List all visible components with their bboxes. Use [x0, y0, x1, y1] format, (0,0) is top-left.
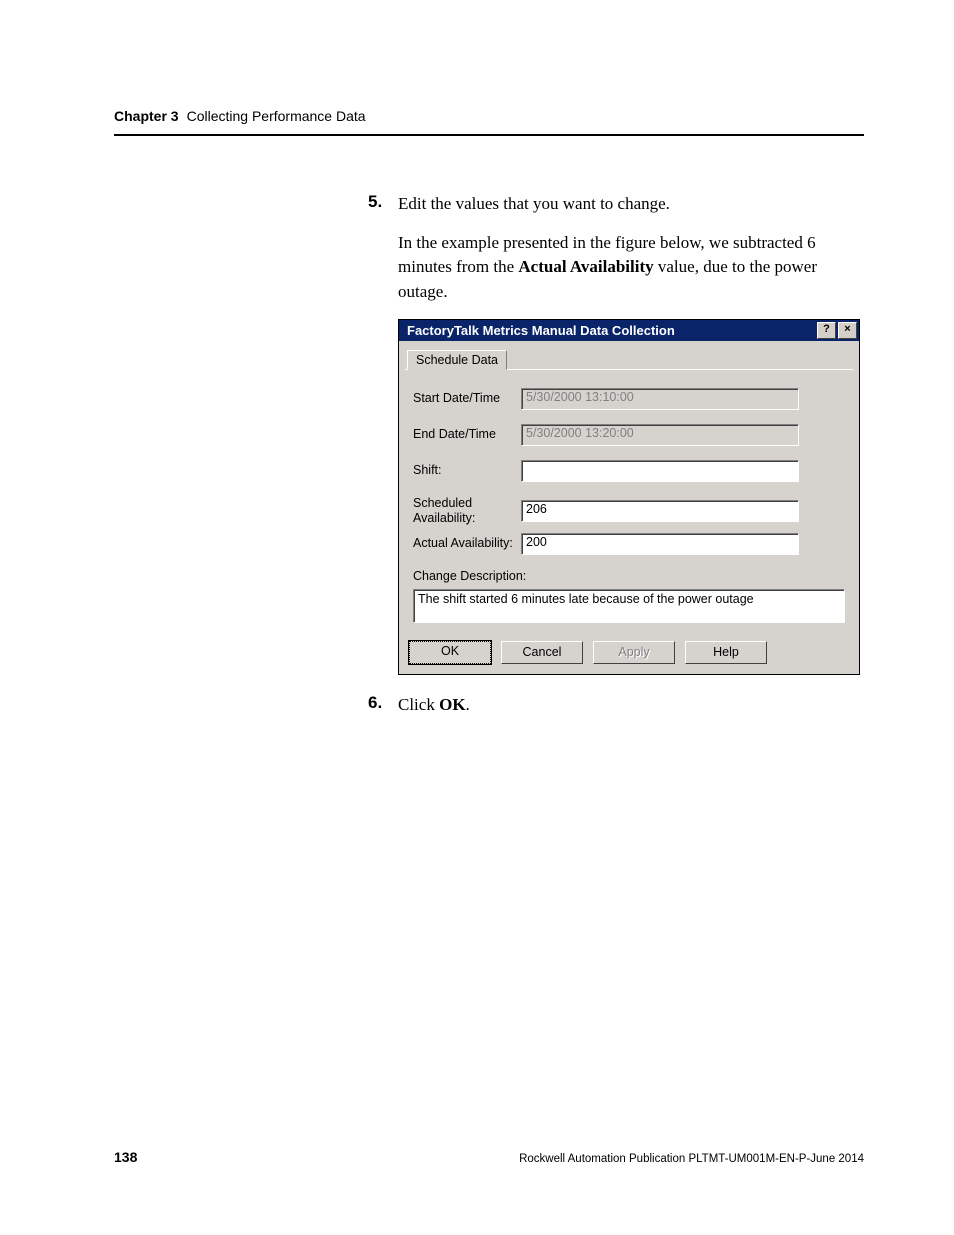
page-footer: 138 Rockwell Automation Publication PLTM…	[114, 1149, 864, 1165]
dialog-window: FactoryTalk Metrics Manual Data Collecti…	[398, 319, 860, 675]
dialog-button-row: OK Cancel Apply Help	[399, 627, 859, 674]
step-5-para2: In the example presented in the figure b…	[398, 231, 864, 305]
dialog-titlebar[interactable]: FactoryTalk Metrics Manual Data Collecti…	[399, 320, 859, 341]
chapter-number: Chapter 3	[114, 108, 179, 124]
tab-schedule-data[interactable]: Schedule Data	[407, 350, 507, 370]
label-end-date: End Date/Time	[413, 427, 521, 443]
label-actual-availability: Actual Availability:	[413, 536, 521, 552]
label-start-date: Start Date/Time	[413, 391, 521, 407]
step-number: 5.	[368, 192, 398, 305]
input-start-date[interactable]: 5/30/2000 13:10:00	[521, 388, 799, 410]
page-number: 138	[114, 1149, 137, 1165]
step-6: 6. Click OK.	[368, 693, 864, 718]
step-number: 6.	[368, 693, 398, 718]
tabstrip: Schedule Data	[399, 341, 859, 369]
close-icon[interactable]: ×	[838, 322, 857, 339]
publication-line: Rockwell Automation Publication PLTMT-UM…	[519, 1153, 864, 1165]
ok-button[interactable]: OK	[409, 641, 491, 664]
page-header: Chapter 3 Collecting Performance Data	[114, 108, 864, 136]
step-text: Click OK.	[398, 693, 470, 718]
chapter-title: Collecting Performance Data	[187, 108, 366, 124]
help-button[interactable]: Help	[685, 641, 767, 664]
apply-button[interactable]: Apply	[593, 641, 675, 664]
dialog-title: FactoryTalk Metrics Manual Data Collecti…	[407, 323, 815, 338]
input-change-description[interactable]: The shift started 6 minutes late because…	[413, 589, 845, 623]
tab-content: Start Date/Time 5/30/2000 13:10:00 End D…	[405, 369, 853, 627]
label-shift: Shift:	[413, 463, 521, 479]
input-scheduled-availability[interactable]: 206	[521, 500, 799, 522]
step-text: Edit the values that you want to change.…	[398, 192, 864, 305]
help-icon[interactable]: ?	[817, 322, 836, 339]
label-scheduled-availability: Scheduled Availability:	[413, 496, 521, 527]
input-end-date[interactable]: 5/30/2000 13:20:00	[521, 424, 799, 446]
input-actual-availability[interactable]: 200	[521, 533, 799, 555]
input-shift[interactable]	[521, 460, 799, 482]
step-5-line1: Edit the values that you want to change.	[398, 192, 864, 217]
step-5: 5. Edit the values that you want to chan…	[368, 192, 864, 305]
label-change-description: Change Description:	[413, 569, 845, 583]
cancel-button[interactable]: Cancel	[501, 641, 583, 664]
